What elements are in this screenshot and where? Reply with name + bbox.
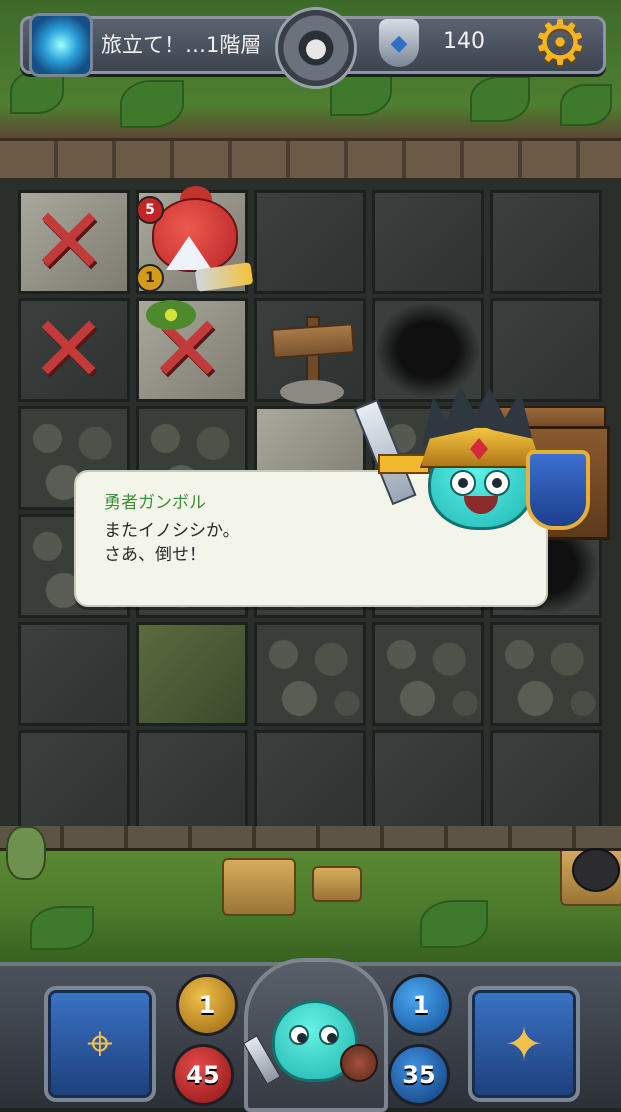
attack-stat: 1 bbox=[176, 974, 238, 1036]
portrait-eye bbox=[319, 1025, 339, 1045]
floor-title: 旅立て！…1階層 bbox=[101, 33, 262, 57]
inventory-button[interactable]: ✦ bbox=[468, 986, 580, 1102]
leaf-decoration bbox=[420, 900, 488, 948]
sign-rocks bbox=[280, 380, 344, 404]
board-tile[interactable] bbox=[254, 730, 366, 834]
board-tile[interactable] bbox=[372, 730, 484, 834]
x-mark-icon: ✕ bbox=[30, 296, 108, 403]
hero-character bbox=[353, 384, 590, 534]
round-shield-icon bbox=[340, 1044, 378, 1082]
leaf-decoration bbox=[560, 84, 612, 126]
grass-icon bbox=[146, 300, 196, 330]
sign-board bbox=[271, 323, 355, 359]
monster-hp-badge: 5 bbox=[136, 196, 164, 224]
dialog-text-line: さあ、倒せ！ bbox=[104, 545, 206, 565]
leaf-decoration bbox=[30, 906, 94, 950]
spider-decoration bbox=[572, 848, 620, 892]
monster-attack-badge: 1 bbox=[136, 264, 164, 292]
bomb-icon[interactable]: ● bbox=[275, 7, 357, 89]
lizard-decoration bbox=[6, 826, 46, 880]
spellbook-icon: ✦ bbox=[504, 1017, 544, 1071]
board-tile[interactable] bbox=[136, 622, 248, 726]
board-tile[interactable] bbox=[136, 730, 248, 834]
board-tile[interactable] bbox=[490, 190, 602, 294]
top-hud-bar: 旅立て！…1階層 ● ◆ 140 ⚙ bbox=[20, 7, 606, 89]
mp-stat: 35 bbox=[388, 1044, 450, 1106]
hero-eye bbox=[484, 470, 510, 496]
magic-stat: 1 bbox=[390, 974, 452, 1036]
board-tile[interactable] bbox=[18, 622, 130, 726]
board-tile[interactable] bbox=[372, 190, 484, 294]
bottom-jungle-background bbox=[0, 836, 621, 966]
portrait-eye bbox=[289, 1025, 309, 1045]
rock-decoration bbox=[222, 858, 296, 916]
dialog-text-line: またイノシシか。 bbox=[104, 521, 240, 541]
x-mark-icon: ✕ bbox=[30, 188, 108, 295]
board-tile[interactable] bbox=[18, 730, 130, 834]
board-tile[interactable] bbox=[254, 190, 366, 294]
signpost-icon[interactable] bbox=[271, 316, 355, 406]
speaker-name: 勇者ガンボル bbox=[104, 493, 206, 513]
crest-icon: ◆ bbox=[379, 19, 419, 67]
portal-icon[interactable] bbox=[29, 13, 93, 77]
leaf-decoration bbox=[470, 76, 530, 122]
hero-shield-icon bbox=[526, 450, 590, 530]
board-tile[interactable] bbox=[490, 622, 602, 726]
gem-count: 140 bbox=[443, 29, 485, 54]
rock-decoration bbox=[312, 866, 362, 902]
skills-button[interactable]: ⌖ bbox=[44, 986, 156, 1102]
stone-wall-bottom bbox=[0, 826, 621, 851]
board-tile[interactable] bbox=[490, 730, 602, 834]
hp-stat: 45 bbox=[172, 1044, 234, 1106]
leaf-decoration bbox=[120, 80, 184, 128]
board-tile[interactable] bbox=[372, 622, 484, 726]
board-tile[interactable] bbox=[254, 622, 366, 726]
hero-eye bbox=[450, 470, 476, 496]
gear-icon[interactable]: ⚙ bbox=[528, 11, 592, 75]
compass-helmet-icon: ⌖ bbox=[87, 1016, 113, 1070]
